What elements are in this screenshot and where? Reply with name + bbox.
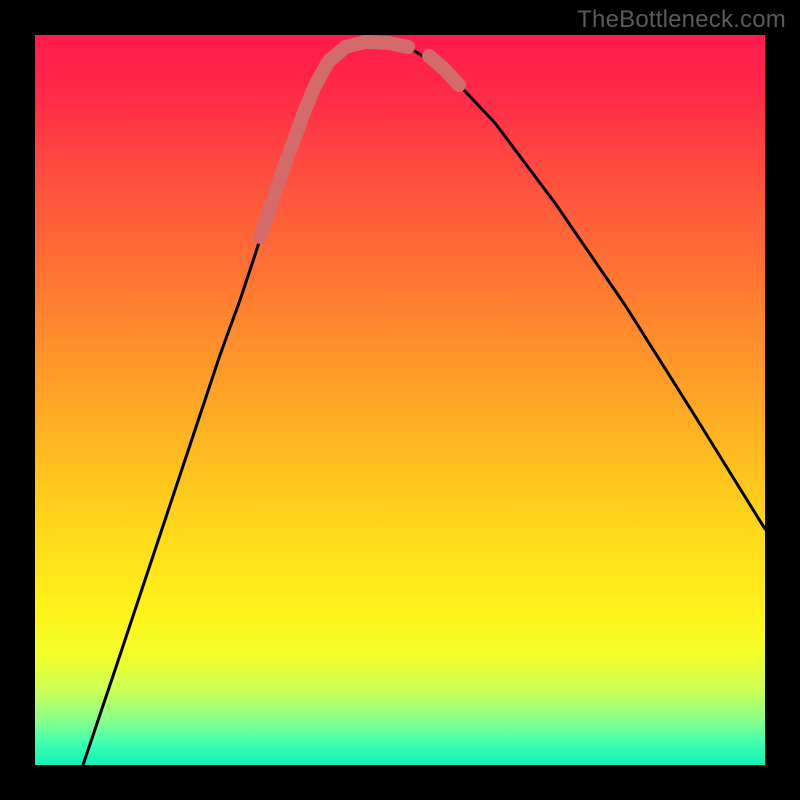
chart-svg — [35, 35, 765, 765]
chart-series-group — [83, 42, 765, 765]
series-pink-tick-3 — [290, 121, 301, 151]
chart-frame: TheBottleneck.com — [0, 0, 800, 800]
series-pink-tick-1 — [260, 202, 272, 237]
series-pink-tick-11 — [445, 70, 459, 85]
series-pink-tick-9 — [389, 43, 408, 47]
series-pink-tick-5 — [316, 64, 327, 84]
chart-plot-area — [35, 35, 765, 765]
series-pink-tick-2 — [275, 159, 287, 193]
series-black-curve — [83, 42, 765, 765]
series-pink-tick-4 — [303, 88, 314, 115]
watermark-text: TheBottleneck.com — [577, 6, 786, 34]
